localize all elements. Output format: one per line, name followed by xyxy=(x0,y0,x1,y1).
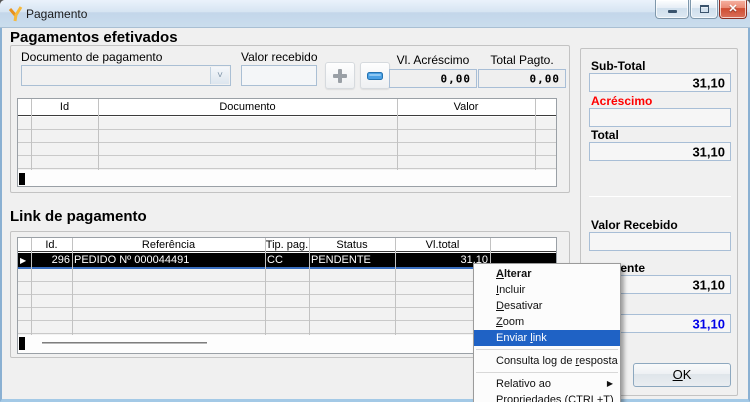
cell-referencia: PEDIDO Nº 000044491 xyxy=(74,254,264,266)
summary-separator xyxy=(589,196,731,197)
horizontal-scrollbar-thumb[interactable] xyxy=(42,342,207,345)
remove-payment-button[interactable] xyxy=(360,62,390,89)
header-vl-total: Vl.total xyxy=(395,239,490,251)
header-valor: Valor xyxy=(397,101,535,113)
payment-dialog: Pagamento ✕ Pagamentos efetivados Docume… xyxy=(0,0,750,402)
groupbox-pagamentos: Documento de pagamento ˅ Valor recebido … xyxy=(10,45,570,193)
submenu-arrow-icon: ▶ xyxy=(607,376,613,392)
total-pagto-value: 0,00 xyxy=(530,72,561,85)
sub-total-field: 31,10 xyxy=(589,73,731,92)
label-documento-de-pagamento: Documento de pagamento xyxy=(21,50,162,64)
vl-acrescimo-value: 0,00 xyxy=(441,72,472,85)
menu-item-zoom[interactable]: Zoom xyxy=(474,314,620,330)
total-value: 31,10 xyxy=(692,144,725,159)
app-icon xyxy=(8,6,24,22)
valor-recebido-input[interactable] xyxy=(241,65,317,86)
row-selector-arrow-icon: ▶ xyxy=(20,256,26,265)
section-title-pagamentos-efetivados: Pagamentos efetivados xyxy=(10,29,178,46)
document-combobox[interactable]: ˅ xyxy=(21,65,231,86)
pendente-value: 31,10 xyxy=(692,277,725,292)
header-status: Status xyxy=(309,239,395,251)
header-id: Id xyxy=(31,101,98,113)
add-payment-button[interactable] xyxy=(325,62,355,89)
close-icon: ✕ xyxy=(720,2,746,15)
sub-total-value: 31,10 xyxy=(692,75,725,90)
menu-item-propriedades[interactable]: Propriedades (CTRL+T) xyxy=(474,392,620,402)
context-menu: AlterarIncluirDesativarZoomEnviar link Co… xyxy=(473,263,621,402)
menu-item-incluir[interactable]: Incluir xyxy=(474,282,620,298)
cell-status: PENDENTE xyxy=(311,254,393,266)
ok-button[interactable]: OK xyxy=(633,363,731,387)
cell-tip-pag: CC xyxy=(267,254,309,266)
label-total: Total xyxy=(591,128,619,142)
maximize-icon xyxy=(700,5,709,13)
menu-item-alterar[interactable]: Alterar xyxy=(474,266,620,282)
menu-separator xyxy=(476,372,618,373)
minus-icon xyxy=(367,72,383,80)
minimize-button[interactable] xyxy=(655,0,689,19)
label-sub-total: Sub-Total xyxy=(591,59,645,73)
cell-id: 296 xyxy=(31,254,70,266)
header-tip-pag: Tip. pag. xyxy=(265,239,309,251)
payments-table[interactable]: Id Documento Valor xyxy=(17,98,557,187)
plus-icon xyxy=(333,69,347,83)
menu-separator xyxy=(476,349,618,350)
header-documento: Documento xyxy=(98,101,397,113)
minimize-icon xyxy=(668,10,677,13)
vl-acrescimo-field: 0,00 xyxy=(389,69,477,88)
label-acrescimo: Acréscimo xyxy=(591,94,652,108)
maximize-button[interactable] xyxy=(690,0,718,19)
menu-item-enviar-link[interactable]: Enviar link xyxy=(474,330,620,346)
menu-item-relativo-ao[interactable]: Relativo ao▶ xyxy=(474,376,620,392)
section-title-link-de-pagamento: Link de pagamento xyxy=(10,208,147,225)
total-field: 31,10 xyxy=(589,142,731,161)
menu-item-consulta-log-de-resposta[interactable]: Consulta log de resposta xyxy=(474,353,620,369)
troco-value: 31,10 xyxy=(692,316,725,331)
label-total-pagto: Total Pagto. xyxy=(478,53,566,67)
titlebar[interactable]: Pagamento ✕ xyxy=(0,0,750,28)
label-valor-recebido-summary: Valor Recebido xyxy=(591,218,678,232)
menu-item-desativar[interactable]: Desativar xyxy=(474,298,620,314)
acrescimo-field[interactable] xyxy=(589,108,731,127)
header-id: Id. xyxy=(31,239,72,251)
link-table-header: Id. Referência Tip. pag. Status Vl.total xyxy=(18,238,556,252)
chevron-down-icon[interactable]: ˅ xyxy=(210,67,229,84)
table-cursor-marker xyxy=(19,173,25,185)
valor-recebido-field[interactable] xyxy=(589,232,731,251)
header-referencia: Referência xyxy=(72,239,265,251)
table-cursor-marker xyxy=(19,337,25,350)
close-button[interactable]: ✕ xyxy=(719,0,747,19)
label-vl-acrescimo: Vl. Acréscimo xyxy=(389,53,477,67)
window-title: Pagamento xyxy=(26,7,87,21)
label-valor-recebido: Valor recebido xyxy=(241,50,318,64)
total-pagto-field: 0,00 xyxy=(478,69,566,88)
